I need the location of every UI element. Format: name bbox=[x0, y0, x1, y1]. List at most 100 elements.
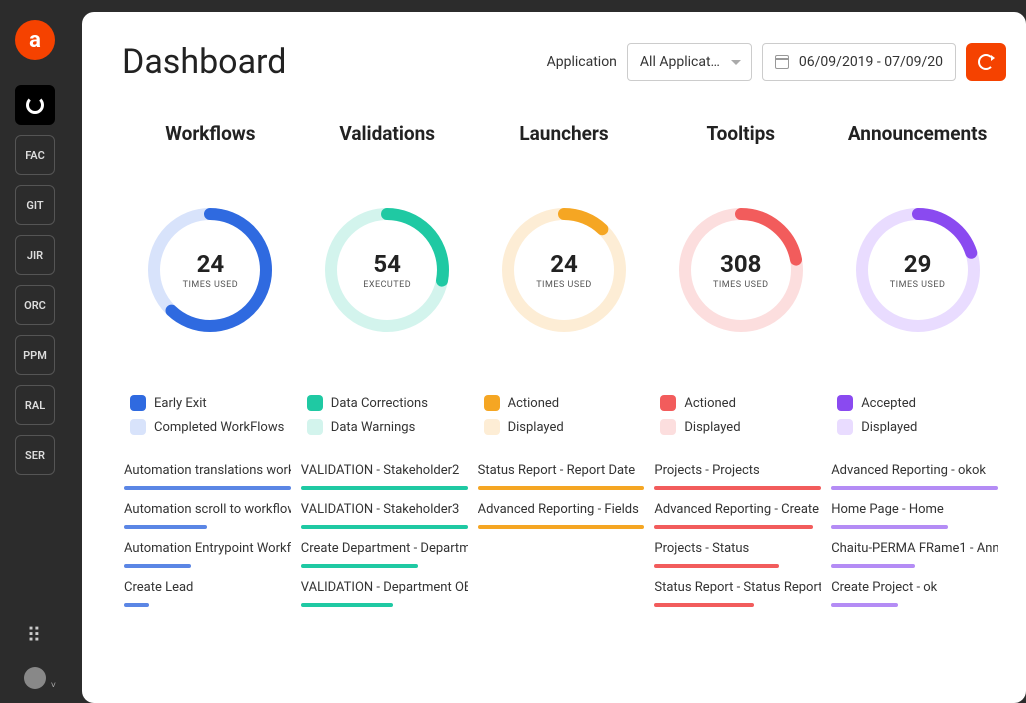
item-list: Status Report - Report Date Advanced Repo… bbox=[476, 463, 653, 541]
legend-label: Data Corrections bbox=[331, 396, 428, 411]
donut-value: 29 bbox=[904, 250, 932, 278]
legend-label: Displayed bbox=[508, 420, 564, 435]
list-item-bar bbox=[301, 603, 393, 607]
col-title: Announcements bbox=[848, 122, 988, 145]
col-title: Launchers bbox=[519, 122, 608, 145]
donut-value: 24 bbox=[197, 250, 225, 278]
legend-row: Actioned bbox=[484, 395, 645, 411]
donut-sublabel: TIMES USED bbox=[536, 280, 592, 290]
legend-label: Actioned bbox=[508, 396, 560, 411]
legend-swatch bbox=[837, 419, 853, 435]
legend-row: Displayed bbox=[837, 419, 998, 435]
sidebar-item-orc[interactable]: ORC bbox=[15, 285, 55, 325]
sidebar-item-jir[interactable]: JIR bbox=[15, 235, 55, 275]
legend: Actioned Displayed bbox=[476, 395, 653, 443]
legend: Early Exit Completed WorkFlows bbox=[122, 395, 299, 443]
legend-label: Accepted bbox=[861, 396, 916, 411]
legend-swatch bbox=[484, 419, 500, 435]
metric-col-announcements: Announcements 29 TIMES USED Accepted Disp… bbox=[829, 122, 1006, 619]
sidebar-item-ser[interactable]: SER bbox=[15, 435, 55, 475]
donut-sublabel: TIMES USED bbox=[183, 280, 239, 290]
list-item[interactable]: Projects - Projects bbox=[654, 463, 821, 478]
donut-value: 54 bbox=[373, 250, 401, 278]
metric-col-tooltips: Tooltips 308 TIMES USED Actioned Displaye… bbox=[652, 122, 829, 619]
legend: Accepted Displayed bbox=[829, 395, 1006, 443]
calendar-icon bbox=[775, 55, 789, 69]
col-title: Workflows bbox=[165, 122, 255, 145]
sidebar-item-spinner[interactable] bbox=[15, 85, 55, 125]
list-item[interactable]: Chaitu-PERMA FRame1 - Anno bbox=[831, 541, 998, 556]
list-item[interactable]: Automation scroll to workflow. bbox=[124, 502, 291, 517]
list-item[interactable]: VALIDATION - Stakeholder2 bbox=[301, 463, 468, 478]
donut-chart: 54 EXECUTED bbox=[322, 205, 452, 335]
donut-chart: 29 TIMES USED bbox=[853, 205, 983, 335]
legend-label: Early Exit bbox=[154, 396, 207, 411]
donut-sublabel: TIMES USED bbox=[713, 280, 769, 290]
legend-row: Displayed bbox=[660, 419, 821, 435]
col-title: Tooltips bbox=[707, 122, 776, 145]
sidebar-item-git[interactable]: GIT bbox=[15, 185, 55, 225]
list-item-bar bbox=[478, 486, 645, 490]
logo: a bbox=[15, 20, 55, 60]
list-item[interactable]: Home Page - Home bbox=[831, 502, 998, 517]
legend-row: Accepted bbox=[837, 395, 998, 411]
legend-row: Actioned bbox=[660, 395, 821, 411]
list-item[interactable]: Create Department - Departme bbox=[301, 541, 468, 556]
list-item[interactable]: VALIDATION - Department OBS bbox=[301, 580, 468, 595]
item-list: Automation translations workfl Automation… bbox=[122, 463, 299, 619]
sidebar-item-ppm[interactable]: PPM bbox=[15, 335, 55, 375]
equalizer-icon[interactable]: ⠿ bbox=[27, 623, 44, 647]
list-item[interactable]: Advanced Reporting - okok bbox=[831, 463, 998, 478]
metric-col-workflows: Workflows 24 TIMES USED Early Exit Comple… bbox=[122, 122, 299, 619]
list-item[interactable]: Create Project - ok bbox=[831, 580, 998, 595]
legend-row: Displayed bbox=[484, 419, 645, 435]
refresh-icon bbox=[978, 54, 994, 70]
sidebar-item-fac[interactable]: FAC bbox=[15, 135, 55, 175]
list-item-bar bbox=[654, 603, 754, 607]
legend-swatch bbox=[130, 395, 146, 411]
sidebar-item-ral[interactable]: RAL bbox=[15, 385, 55, 425]
list-item[interactable]: Automation Entrypoint Workflo bbox=[124, 541, 291, 556]
filter-label: Application bbox=[547, 54, 617, 70]
refresh-button[interactable] bbox=[966, 43, 1006, 81]
donut-value: 308 bbox=[720, 250, 761, 278]
list-item-bar bbox=[831, 564, 914, 568]
main-card: Dashboard Application All Applicat… 06/0… bbox=[82, 12, 1026, 703]
legend-label: Displayed bbox=[861, 420, 917, 435]
list-item-bar bbox=[124, 486, 291, 490]
metric-col-validations: Validations 54 EXECUTED Data Corrections… bbox=[299, 122, 476, 619]
application-select[interactable]: All Applicat… bbox=[627, 43, 752, 81]
list-item[interactable]: Advanced Reporting - Fields bbox=[478, 502, 645, 517]
list-item[interactable]: Status Report - Status Report N bbox=[654, 580, 821, 595]
date-range-picker[interactable]: 06/09/2019 - 07/09/20 bbox=[762, 43, 956, 81]
donut-sublabel: EXECUTED bbox=[363, 280, 411, 290]
donut-value: 24 bbox=[550, 250, 578, 278]
date-range-value: 06/09/2019 - 07/09/20 bbox=[799, 54, 943, 70]
legend-row: Data Warnings bbox=[307, 419, 468, 435]
list-item[interactable]: VALIDATION - Stakeholder3 bbox=[301, 502, 468, 517]
application-select-value: All Applicat… bbox=[640, 54, 720, 70]
item-list: Advanced Reporting - okok Home Page - Hom… bbox=[829, 463, 1006, 619]
user-menu[interactable] bbox=[24, 667, 46, 689]
legend-swatch bbox=[484, 395, 500, 411]
col-title: Validations bbox=[339, 122, 435, 145]
page-title: Dashboard bbox=[122, 42, 547, 82]
list-item-bar bbox=[831, 525, 948, 529]
item-list: VALIDATION - Stakeholder2 VALIDATION - St… bbox=[299, 463, 476, 619]
list-item[interactable]: Advanced Reporting - Create bbox=[654, 502, 821, 517]
legend: Actioned Displayed bbox=[652, 395, 829, 443]
list-item-bar bbox=[831, 486, 998, 490]
legend-row: Completed WorkFlows bbox=[130, 419, 291, 435]
list-item-bar bbox=[301, 486, 468, 490]
list-item[interactable]: Projects - Status bbox=[654, 541, 821, 556]
list-item-bar bbox=[301, 564, 418, 568]
list-item[interactable]: Status Report - Report Date bbox=[478, 463, 645, 478]
list-item[interactable]: Create Lead bbox=[124, 580, 291, 595]
legend-swatch bbox=[660, 395, 676, 411]
legend-swatch bbox=[130, 419, 146, 435]
item-list: Projects - Projects Advanced Reporting - … bbox=[652, 463, 829, 619]
list-item[interactable]: Automation translations workfl bbox=[124, 463, 291, 478]
legend-swatch bbox=[307, 395, 323, 411]
donut-chart: 24 TIMES USED bbox=[499, 205, 629, 335]
list-item-bar bbox=[124, 603, 149, 607]
